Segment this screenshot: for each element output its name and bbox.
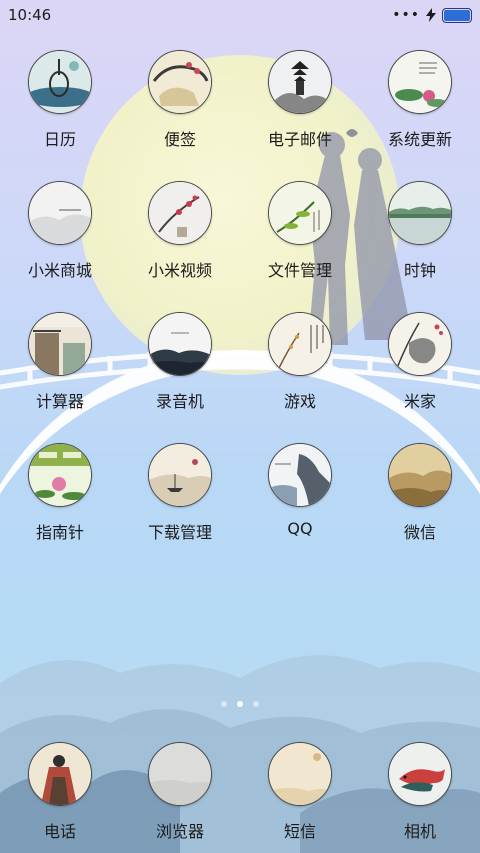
app-label: 日历 (43, 130, 76, 149)
figure-painting-icon[interactable] (28, 742, 92, 806)
app-browser[interactable]: 浏览器 (120, 742, 240, 850)
boat-landscape-icon[interactable] (148, 443, 212, 507)
app-label: 文件管理 (267, 261, 332, 280)
app-mi-store[interactable]: 小米商城 (0, 181, 120, 312)
app-label: 电子邮件 (267, 130, 332, 149)
app-label: 录音机 (155, 392, 204, 411)
app-label: 微信 (403, 523, 436, 542)
lotus-poem-icon[interactable] (388, 50, 452, 114)
status-time: 10:46 (8, 6, 52, 24)
app-label: 系统更新 (387, 130, 452, 149)
app-messages[interactable]: 短信 (240, 742, 360, 850)
app-label: 米家 (403, 392, 436, 411)
app-calculator[interactable]: 计算器 (0, 312, 120, 443)
home-screen: 10:46 ••• 日历 便签 电子邮件 系统更新 小米商城 小米视频 文件管理… (0, 0, 480, 853)
signal-dots-icon: ••• (392, 7, 420, 23)
grey-texture-icon[interactable] (148, 742, 212, 806)
page-dot[interactable] (221, 701, 227, 707)
app-label: 时钟 (403, 261, 436, 280)
app-mi-video[interactable]: 小米视频 (120, 181, 240, 312)
koi-fish-icon[interactable] (388, 742, 452, 806)
app-label: 小米视频 (147, 261, 212, 280)
misty-landscape-icon[interactable] (28, 181, 92, 245)
app-downloads[interactable]: 下载管理 (120, 443, 240, 574)
app-wechat[interactable]: 微信 (360, 443, 480, 574)
cliff-lake-icon[interactable] (268, 443, 332, 507)
app-label: 相机 (403, 822, 436, 841)
pavilion-icon[interactable] (28, 312, 92, 376)
app-label: 电话 (43, 822, 76, 841)
flower-calligraphy-icon[interactable] (268, 312, 332, 376)
app-games[interactable]: 游戏 (240, 312, 360, 443)
app-mijia[interactable]: 米家 (360, 312, 480, 443)
green-branch-icon[interactable] (268, 181, 332, 245)
app-label: 计算器 (35, 392, 84, 411)
battery-icon (442, 7, 472, 23)
status-bar: 10:46 ••• (0, 0, 480, 30)
status-indicators: ••• (392, 7, 472, 23)
battery-level (444, 9, 470, 21)
app-clock[interactable]: 时钟 (360, 181, 480, 312)
app-label: 浏览器 (155, 822, 204, 841)
orchid-rock-icon[interactable] (388, 312, 452, 376)
app-file-manager[interactable]: 文件管理 (240, 181, 360, 312)
dock: 电话 浏览器 短信 相机 (0, 742, 480, 850)
app-compass[interactable]: 指南针 (0, 443, 120, 574)
app-label: 便签 (163, 130, 196, 149)
plum-blossom-rock-icon[interactable] (148, 50, 212, 114)
lake-shore-icon[interactable] (388, 181, 452, 245)
app-camera[interactable]: 相机 (360, 742, 480, 850)
parchment-icon[interactable] (268, 742, 332, 806)
pagoda-ink-icon[interactable] (268, 50, 332, 114)
app-label: 小米商城 (27, 261, 92, 280)
app-label: QQ (287, 519, 313, 538)
app-label: 指南针 (35, 523, 84, 542)
app-label: 短信 (283, 822, 316, 841)
app-system-update[interactable]: 系统更新 (360, 50, 480, 181)
app-label: 下载管理 (147, 523, 212, 542)
bolt-icon (426, 8, 436, 22)
app-email[interactable]: 电子邮件 (240, 50, 360, 181)
app-label: 游戏 (283, 392, 316, 411)
app-grid: 日历 便签 电子邮件 系统更新 小米商城 小米视频 文件管理 时钟 计算器 录音… (0, 50, 480, 570)
foggy-mountain-icon[interactable] (148, 312, 212, 376)
page-dot[interactable] (253, 701, 259, 707)
app-phone[interactable]: 电话 (0, 742, 120, 850)
lotus-pond-icon[interactable] (28, 443, 92, 507)
app-notes[interactable]: 便签 (120, 50, 240, 181)
pipa-painting-icon[interactable] (28, 50, 92, 114)
sepia-landscape-icon[interactable] (388, 443, 452, 507)
app-qq[interactable]: QQ (240, 443, 360, 574)
page-dot-active[interactable] (237, 701, 243, 707)
app-calendar[interactable]: 日历 (0, 50, 120, 181)
red-plum-icon[interactable] (148, 181, 212, 245)
page-indicator[interactable] (0, 701, 480, 707)
app-recorder[interactable]: 录音机 (120, 312, 240, 443)
